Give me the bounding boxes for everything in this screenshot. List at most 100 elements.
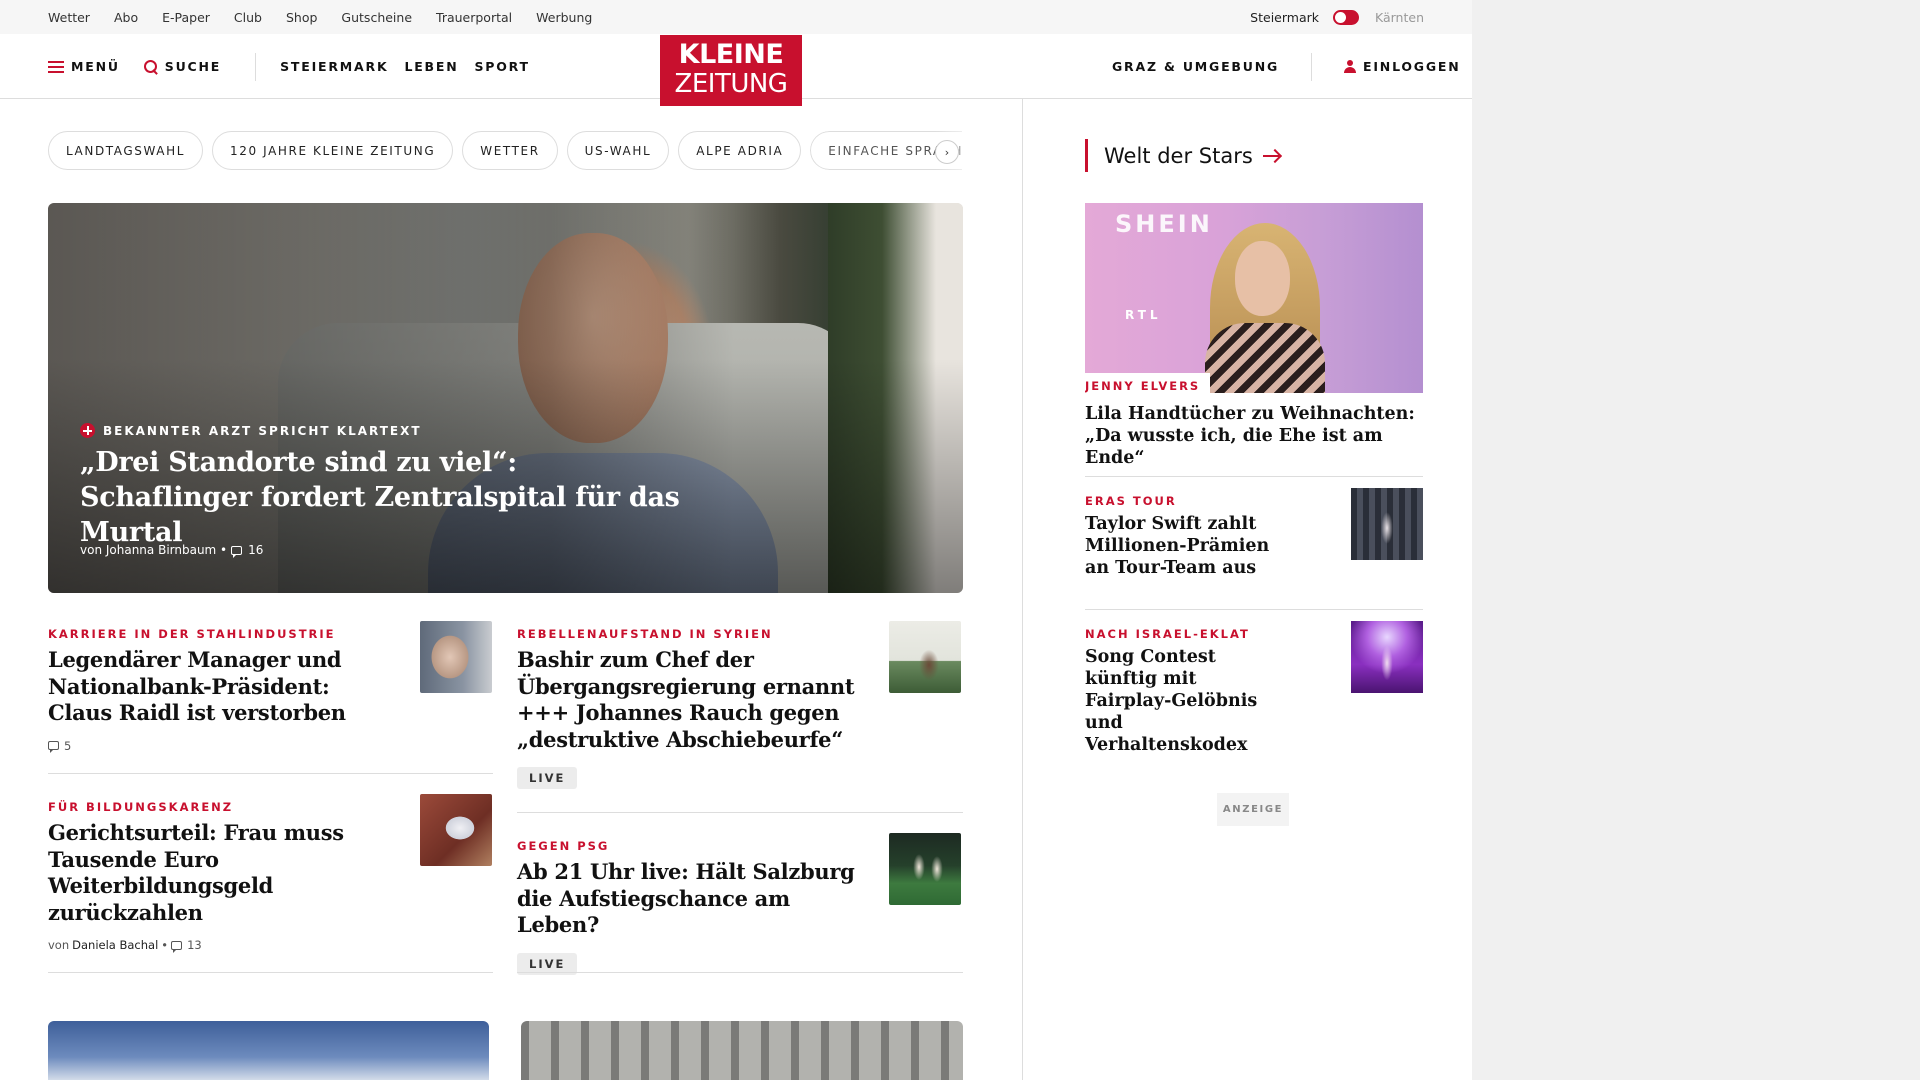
header-divider: [255, 52, 257, 81]
search-icon: [143, 59, 158, 74]
image-backdrop-text: SHEIN: [1115, 210, 1213, 238]
topic-chip[interactable]: LANDTAGSWAHL: [48, 131, 204, 170]
hero-kicker-text: BEKANNTER ARZT SPRICHT KLARTEXT: [103, 423, 422, 438]
page: Wetter Abo E-Paper Club Shop Gutscheine …: [0, 0, 1472, 1080]
sidebar-teaser-title[interactable]: Song Contest künftig mit Fairplay-Gelöbn…: [1085, 646, 1285, 756]
divider: [1085, 609, 1423, 610]
login-label: EINLOGGEN: [1363, 59, 1461, 74]
teaser-card[interactable]: REBELLENAUFSTAND IN SYRIEN Bashir zum Ch…: [517, 621, 961, 789]
region-steiermark[interactable]: Steiermark: [1250, 10, 1319, 25]
teaser-thumbnail[interactable]: [420, 621, 492, 693]
teaser-title[interactable]: Bashir zum Chef der Übergangsregierung e…: [517, 647, 857, 753]
byline-prefix: von: [48, 938, 70, 952]
hero-kicker: BEKANNTER ARZT SPRICHT KLARTEXT: [80, 423, 422, 438]
header-left-nav: MENÜ SUCHE STEIERMARK LEBEN SPORT: [48, 34, 554, 99]
teaser-meta: von Daniela Bachal • 13: [48, 938, 492, 953]
hero-comment-count[interactable]: 16: [248, 543, 263, 557]
comment-icon: [231, 545, 243, 558]
utility-link-shop[interactable]: Shop: [286, 10, 317, 25]
comment-icon: [48, 741, 59, 753]
teaser-card[interactable]: KARRIERE IN DER STAHLINDUSTRIE Legendäre…: [48, 621, 492, 753]
site-logo[interactable]: KLEINE ZEITUNG: [660, 35, 802, 106]
utility-links: Wetter Abo E-Paper Club Shop Gutscheine …: [48, 0, 616, 34]
header-divider-right: [1311, 52, 1313, 81]
utility-link-wetter[interactable]: Wetter: [48, 10, 90, 25]
sidebar-teaser-thumbnail[interactable]: [1351, 488, 1423, 560]
teaser-thumbnail[interactable]: [889, 621, 961, 693]
user-icon: [1344, 60, 1357, 73]
sidebar-teaser-thumbnail[interactable]: [1351, 621, 1423, 693]
nav-sport[interactable]: SPORT: [474, 59, 529, 74]
teaser-title[interactable]: Gerichtsurteil: Frau muss Tausende Euro …: [48, 820, 388, 926]
image-person-face: [1235, 241, 1290, 316]
teaser-comment-count[interactable]: 5: [64, 739, 71, 753]
topic-chips: LANDTAGSWAHL 120 JAHRE KLEINE ZEITUNG WE…: [48, 131, 962, 170]
topic-chip[interactable]: 120 JAHRE KLEINE ZEITUNG: [212, 131, 454, 170]
region-switch: Steiermark Kärnten: [1250, 0, 1424, 34]
divider: [1085, 476, 1423, 477]
live-badge: LIVE: [517, 767, 578, 789]
ad-label: ANZEIGE: [1217, 793, 1289, 826]
sidebar-lead-image[interactable]: SHEIN RTL JENNY ELVERS: [1085, 203, 1423, 393]
topic-chip[interactable]: ALPE ADRIA: [678, 131, 802, 170]
teaser-title[interactable]: Legendärer Manager und Nationalbank-Präs…: [48, 647, 388, 727]
sidebar-section-title: Welt der Stars: [1104, 143, 1253, 168]
teaser-image[interactable]: [521, 1021, 963, 1080]
utility-link-werbung[interactable]: Werbung: [536, 10, 592, 25]
plus-icon: [80, 423, 95, 438]
divider: [48, 773, 493, 774]
divider: [517, 812, 963, 813]
byline-separator: •: [161, 938, 169, 952]
teaser-meta: 5: [48, 739, 492, 753]
logo-line-2: ZEITUNG: [674, 69, 788, 99]
comment-icon: [171, 940, 183, 953]
author-name[interactable]: Daniela Bachal: [72, 938, 158, 952]
header-right-nav: GRAZ & UMGEBUNG EINLOGGEN: [1112, 34, 1461, 99]
utility-link-epaper[interactable]: E-Paper: [162, 10, 210, 25]
sidebar-lead-kicker: JENNY ELVERS: [1085, 373, 1211, 393]
image-person-dress: [1205, 323, 1325, 393]
teaser-card[interactable]: FÜR BILDUNGSKARENZ Gerichtsurteil: Frau …: [48, 794, 492, 953]
region-toggle[interactable]: [1333, 9, 1359, 25]
login-button[interactable]: EINLOGGEN: [1344, 59, 1461, 74]
utility-bar: Wetter Abo E-Paper Club Shop Gutscheine …: [0, 0, 1472, 34]
utility-link-abo[interactable]: Abo: [114, 10, 138, 25]
nav-steiermark[interactable]: STEIERMARK: [280, 59, 388, 74]
teaser-card[interactable]: GEGEN PSG Ab 21 Uhr live: Hält Salzburg …: [517, 833, 961, 975]
sidebar-lead-title[interactable]: Lila Handtücher zu Weihnachten: „Da wuss…: [1085, 403, 1425, 469]
teaser-thumbnail[interactable]: [889, 833, 961, 905]
teaser-image[interactable]: [48, 1021, 489, 1080]
search-button[interactable]: SUCHE: [143, 59, 222, 74]
nav-leben[interactable]: LEBEN: [404, 59, 458, 74]
page-background: [1472, 0, 1920, 1080]
search-label: SUCHE: [164, 59, 222, 74]
hero-byline: von Johanna Birnbaum • 16: [80, 543, 263, 558]
nav-graz-umgebung[interactable]: GRAZ & UMGEBUNG: [1112, 59, 1279, 74]
divider: [48, 972, 493, 973]
sidebar-teaser[interactable]: ERAS TOUR Taylor Swift zahlt Millionen-P…: [1085, 488, 1423, 579]
utility-link-club[interactable]: Club: [234, 10, 262, 25]
region-kaernten[interactable]: Kärnten: [1375, 10, 1424, 25]
chevron-right-icon[interactable]: ›: [935, 140, 959, 164]
teaser-title[interactable]: Ab 21 Uhr live: Hält Salzburg die Aufsti…: [517, 859, 857, 939]
sidebar-teaser[interactable]: NACH ISRAEL-EKLAT Song Contest künftig m…: [1085, 621, 1423, 756]
topic-chip[interactable]: WETTER: [462, 131, 558, 170]
topic-chip[interactable]: US-WAHL: [566, 131, 670, 170]
hero-title[interactable]: „Drei Standorte sind zu viel“: Schafling…: [80, 445, 680, 550]
sidebar-teaser-title[interactable]: Taylor Swift zahlt Millionen-Prämien an …: [1085, 513, 1285, 579]
column-divider: [1022, 99, 1023, 1080]
teaser-thumbnail[interactable]: [420, 794, 492, 866]
hero-author: von Johanna Birnbaum •: [80, 543, 228, 557]
image-backdrop-text-2: RTL: [1125, 308, 1162, 322]
hero-article[interactable]: BEKANNTER ARZT SPRICHT KLARTEXT „Drei St…: [48, 203, 963, 593]
hamburger-icon: [48, 60, 64, 73]
menu-button[interactable]: MENÜ: [48, 59, 120, 74]
divider: [517, 972, 963, 973]
logo-line-1: KLEINE: [678, 39, 784, 70]
menu-label: MENÜ: [71, 59, 120, 74]
utility-link-trauerportal[interactable]: Trauerportal: [436, 10, 512, 25]
teaser-comment-count[interactable]: 13: [187, 938, 202, 952]
sidebar-section-header[interactable]: Welt der Stars: [1085, 139, 1281, 172]
utility-link-gutscheine[interactable]: Gutscheine: [341, 10, 412, 25]
arrow-right-icon: [1262, 150, 1281, 162]
